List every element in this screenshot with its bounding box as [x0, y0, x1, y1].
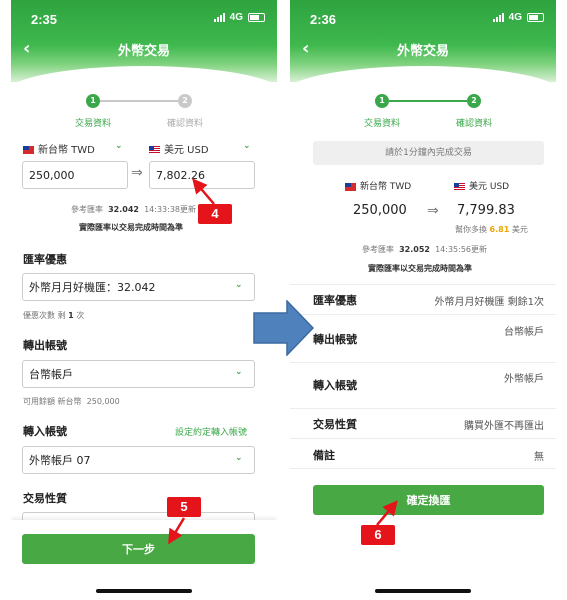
annotation-arrow-4	[192, 178, 215, 205]
annotation-arrow-5	[168, 517, 186, 545]
annotation-arrows	[168, 178, 398, 545]
annotation-arrow-6	[376, 500, 398, 526]
